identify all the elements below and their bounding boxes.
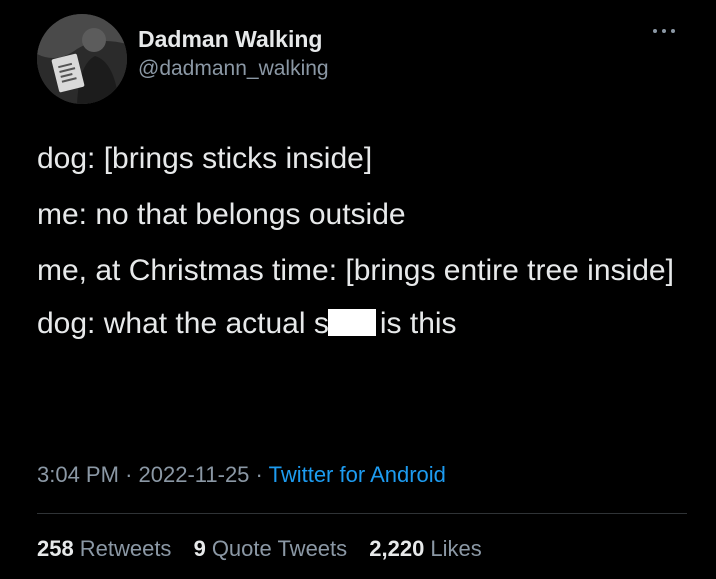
display-name[interactable]: Dadman Walking — [138, 24, 329, 54]
tweet-line-2: me: no that belongs outside — [37, 198, 406, 231]
tweet-time[interactable]: 3:04 PM — [37, 462, 119, 487]
censor-block — [327, 309, 376, 336]
tweet-text: dog: [brings sticks inside] me: no that … — [37, 141, 687, 362]
tweet-stats: 258 Retweets 9 Quote Tweets 2,220 Likes — [37, 536, 498, 562]
likes-label: Likes — [430, 536, 482, 561]
tweet-line-4-start: dog: what the actual s — [37, 307, 329, 340]
tweet-date[interactable]: 2022-11-25 — [139, 462, 250, 487]
retweets-label: Retweets — [79, 536, 172, 561]
tweet-source-link[interactable]: Twitter for Android — [269, 462, 446, 487]
more-options-icon[interactable] — [651, 26, 677, 36]
author-names: Dadman Walking @dadmann_walking — [138, 24, 329, 84]
avatar-image — [37, 14, 127, 104]
likes-count: 2,220 — [369, 536, 425, 561]
tweet-line-1: dog: [brings sticks inside] — [37, 142, 373, 175]
quote-tweets-count: 9 — [193, 536, 206, 561]
tweet-line-4: dog: what the actual s is this — [37, 306, 687, 342]
meta-separator: · — [255, 462, 263, 487]
tweet-card: Dadman Walking @dadmann_walking dog: [br… — [0, 0, 716, 579]
tweet-line-3: me, at Christmas time: [brings entire tr… — [37, 254, 674, 287]
handle[interactable]: @dadmann_walking — [138, 54, 329, 84]
retweets-stat[interactable]: 258 Retweets — [37, 536, 171, 561]
quote-tweets-label: Quote Tweets — [211, 536, 348, 561]
quote-tweets-stat[interactable]: 9 Quote Tweets — [194, 536, 348, 561]
retweets-count: 258 — [37, 536, 74, 561]
tweet-meta: 3:04 PM · 2022-11-25 · Twitter for Andro… — [37, 462, 446, 488]
likes-stat[interactable]: 2,220 Likes — [369, 536, 481, 561]
avatar[interactable] — [37, 14, 127, 104]
tweet-header: Dadman Walking @dadmann_walking — [37, 14, 687, 104]
meta-separator: · — [125, 462, 133, 487]
divider — [37, 513, 687, 514]
tweet-line-4-end: is this — [379, 307, 457, 340]
